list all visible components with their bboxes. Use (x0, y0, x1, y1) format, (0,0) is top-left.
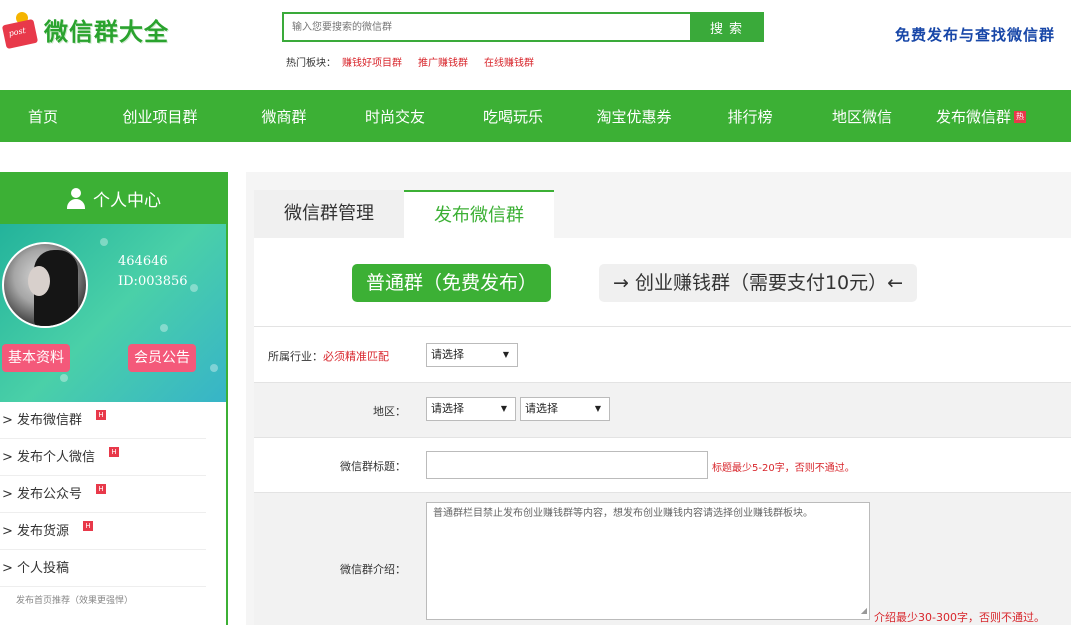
post-envelope-icon: post (1, 10, 40, 50)
nav-home[interactable]: 首页 (0, 106, 86, 127)
tab-manage-groups[interactable]: 微信群管理 (254, 190, 404, 238)
hot-badge-icon: H (96, 484, 107, 494)
region-row: 地区： 请选择 ▼ 请选择 ▼ (254, 382, 1071, 437)
sidebar-item-label: > 个人投稿 (2, 561, 70, 576)
nav-publish-label: 发布微信群 (935, 107, 1011, 126)
sidebar-item-label: > 发布货源 (2, 524, 70, 539)
title-row: 微信群标题： 标题最少5-20字，否则不通过。 (254, 437, 1071, 492)
hot-link-1[interactable]: 赚钱好项目群 (342, 58, 402, 69)
hot-badge-icon: 热 (1014, 111, 1026, 123)
hot-label: 热门板块： (286, 58, 336, 69)
intro-label: 微信群介绍： (340, 563, 406, 576)
city-select[interactable]: 请选择 ▼ (520, 397, 610, 421)
sidebar-menu: > 发布微信群 H > 发布个人微信 H > 发布公众号 H > 发布货源 H > 个人… (0, 402, 226, 587)
sidebar-item-label: > 发布个人微信 (2, 450, 96, 465)
main-tabs: 微信群管理 发布微信群 (254, 190, 554, 238)
dropdown-arrow-icon: ▼ (500, 404, 507, 413)
industry-label: 所属行业：必须精准匹配 (268, 350, 389, 363)
intro-row: 微信群介绍： 普通群栏目禁止发布创业赚钱群等内容，想发布创业赚钱内容请选择创业赚… (254, 492, 1071, 625)
group-title-input[interactable] (426, 451, 708, 479)
header-slogan[interactable]: 免费发布与查找微信群 (895, 24, 1055, 45)
nav-fashion-social[interactable]: 时尚交友 (334, 106, 456, 127)
tab-publish-group[interactable]: 发布微信群 (404, 190, 554, 238)
username: 464646 (118, 254, 168, 269)
paid-group-type-button[interactable]: → 创业赚钱群（需要支付10元）← (599, 264, 918, 302)
user-id: ID:003856 (118, 274, 188, 289)
hot-badge-icon: H (96, 410, 107, 420)
search-input[interactable] (284, 14, 690, 40)
sidebar-item-submit-article[interactable]: > 个人投稿 (0, 550, 206, 587)
nav-regional[interactable]: 地区微信 (802, 106, 922, 127)
avatar[interactable] (2, 242, 88, 328)
sidebar-item-label: > 发布公众号 (2, 487, 83, 502)
industry-required-note: 必须精准匹配 (323, 350, 389, 363)
basic-profile-button[interactable]: 基本资料 (2, 344, 70, 372)
sidebar-title: 个人中心 (93, 190, 161, 211)
group-intro-textarea[interactable]: 普通群栏目禁止发布创业赚钱群等内容，想发布创业赚钱内容请选择创业赚钱群板块。 ◢ (426, 502, 870, 620)
sidebar-item-publish-official[interactable]: > 发布公众号 H (0, 476, 206, 513)
industry-select[interactable]: 请选择 ▼ (426, 343, 518, 367)
dropdown-arrow-icon: ▼ (502, 350, 509, 359)
main-panel: 微信群管理 发布微信群 普通群（免费发布） → 创业赚钱群（需要支付10元）← … (246, 172, 1071, 625)
nav-rankings[interactable]: 排行榜 (698, 106, 802, 127)
hot-link-3[interactable]: 在线赚钱群 (484, 58, 534, 69)
profile-card: 464646 ID:003856 基本资料 会员公告 (0, 224, 226, 402)
hot-sections: 热门板块： 赚钱好项目群 推广赚钱群 在线赚钱群 (286, 54, 544, 69)
member-notice-button[interactable]: 会员公告 (128, 344, 196, 372)
nav-taobao-coupons[interactable]: 淘宝优惠券 (570, 106, 698, 127)
sidebar-header: 个人中心 (0, 172, 226, 224)
search-button[interactable]: 搜索 (690, 14, 762, 40)
title-label: 微信群标题： (340, 460, 406, 473)
hot-link-2[interactable]: 推广赚钱群 (418, 58, 468, 69)
region-label: 地区： (373, 405, 406, 418)
user-icon (65, 187, 87, 209)
logo-text: 微信群大全 (44, 17, 169, 46)
publish-form: 普通群（免费发布） → 创业赚钱群（需要支付10元）← 所属行业：必须精准匹配 … (254, 238, 1071, 625)
site-logo[interactable]: post 微信群大全 (1, 10, 169, 50)
header: post 微信群大全 搜索 热门板块： 赚钱好项目群 推广赚钱群 在线赚钱群 免费发布… (0, 0, 1071, 90)
intro-hint: 介绍最少30-300字，否则不通过。 (874, 611, 1045, 624)
dropdown-arrow-icon: ▼ (594, 404, 601, 413)
main-nav: 首页 创业项目群 微商群 时尚交友 吃喝玩乐 淘宝优惠券 排行榜 地区微信 发布… (0, 90, 1071, 142)
hot-badge-icon: H (109, 447, 120, 457)
nav-wechat-business[interactable]: 微商群 (234, 106, 334, 127)
sidebar-item-publish-group[interactable]: > 发布微信群 H (0, 402, 206, 439)
nav-food-fun[interactable]: 吃喝玩乐 (456, 106, 570, 127)
industry-row: 所属行业：必须精准匹配 请选择 ▼ (254, 326, 1071, 382)
sidebar-item-publish-goods[interactable]: > 发布货源 H (0, 513, 206, 550)
free-group-type-button[interactable]: 普通群（免费发布） (352, 264, 552, 302)
nav-publish[interactable]: 发布微信群热 (922, 106, 1040, 127)
sidebar: 个人中心 464646 ID:003856 基本资料 会员公告 > 发布微信群 H… (0, 172, 228, 625)
hot-badge-icon: H (83, 521, 94, 531)
nav-startup-groups[interactable]: 创业项目群 (86, 106, 234, 127)
sidebar-item-label: > 发布微信群 (2, 413, 83, 428)
sidebar-note[interactable]: 发布首页推荐（效果更强悍） (0, 593, 226, 606)
sidebar-item-publish-personal[interactable]: > 发布个人微信 H (0, 439, 206, 476)
province-select[interactable]: 请选择 ▼ (426, 397, 516, 421)
resize-handle-icon[interactable]: ◢ (861, 604, 867, 618)
title-hint: 标题最少5-20字，否则不通过。 (712, 463, 855, 474)
search-bar: 搜索 (282, 12, 764, 42)
